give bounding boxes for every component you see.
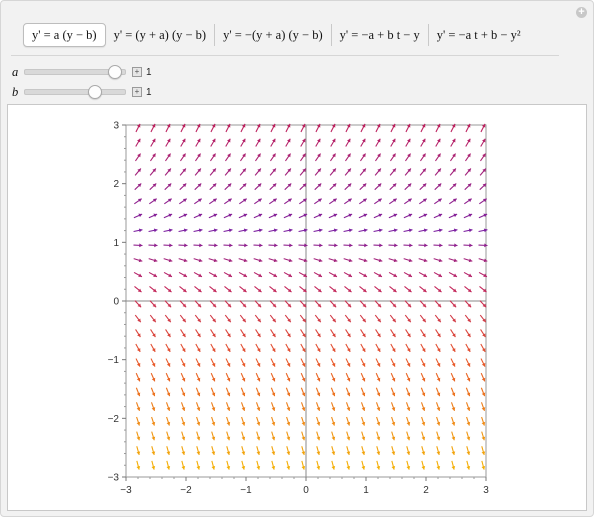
field-arrowhead: [436, 466, 441, 470]
x-tick-label: 2: [423, 485, 429, 496]
field-arrowhead: [199, 243, 203, 248]
y-tick-label: 2: [113, 179, 119, 190]
field-arrowhead: [346, 466, 351, 470]
plot-area: −3 −2 −1 0 1 2 3 −3 −2 −1 0 1 2 3: [7, 104, 587, 511]
y-tick-label: 3: [113, 121, 119, 132]
field-arrowhead: [214, 243, 218, 248]
field-arrowhead: [256, 466, 261, 470]
field-arrowhead: [349, 243, 353, 248]
control-b-label: b: [12, 84, 19, 99]
y-tick-label: 0: [113, 297, 119, 308]
field-arrowhead: [136, 466, 141, 470]
control-b: b + 1: [12, 85, 152, 99]
field-arrowhead: [184, 243, 188, 248]
field-arrowhead: [409, 243, 413, 248]
field-arrowhead: [319, 243, 323, 248]
field-arrowhead: [241, 466, 246, 470]
field-arrowhead: [424, 243, 428, 248]
field-arrowhead: [139, 243, 143, 248]
field-arrowhead: [289, 243, 293, 248]
field-arrowhead: [169, 243, 173, 248]
x-tick-label: 3: [483, 485, 489, 496]
slider-a-thumb[interactable]: [108, 65, 122, 79]
field-arrowhead: [379, 243, 383, 248]
tab-equation-1[interactable]: y' = a (y − b): [23, 23, 106, 47]
field-arrowhead: [196, 466, 201, 470]
field-arrowhead: [286, 466, 291, 470]
tab-equation-2[interactable]: y' = (y + a) (y − b): [106, 24, 216, 46]
field-arrowhead: [274, 243, 278, 248]
slider-b-thumb[interactable]: [88, 85, 102, 99]
field-arrowhead: [226, 466, 231, 470]
control-a: a + 1: [12, 65, 152, 79]
field-arrowhead: [316, 466, 321, 470]
x-tick-label: 1: [363, 485, 369, 496]
slider-b-track[interactable]: [24, 85, 126, 99]
control-a-value: 1: [146, 66, 152, 78]
field-arrowhead: [439, 243, 443, 248]
field-arrowhead: [394, 243, 398, 248]
field-arrowhead: [406, 466, 411, 470]
field-arrowhead: [451, 466, 456, 470]
field-arrowhead: [376, 466, 381, 470]
field-arrowhead: [481, 466, 486, 470]
slider-a-track[interactable]: [24, 65, 126, 79]
field-arrowhead: [271, 466, 276, 470]
field-arrowhead: [454, 243, 458, 248]
vector-field-plot: −3 −2 −1 0 1 2 3 −3 −2 −1 0 1 2 3: [108, 121, 490, 497]
field-arrowhead: [301, 466, 306, 470]
control-b-value: 1: [146, 86, 152, 98]
tab-equation-4[interactable]: y' = −a + b t − y: [332, 24, 429, 46]
field-arrowhead: [154, 243, 158, 248]
expand-icon[interactable]: +: [576, 7, 587, 18]
field-arrowhead: [466, 466, 471, 470]
y-tick-label: 1: [113, 238, 119, 249]
manipulate-panel: + y' = a (y − b) y' = (y + a) (y − b) y'…: [0, 0, 594, 517]
slider-a-expand-icon[interactable]: +: [132, 67, 142, 77]
field-arrowhead: [151, 466, 156, 470]
field-arrowhead: [364, 243, 368, 248]
field-arrowhead: [391, 466, 396, 470]
field-arrowhead: [334, 243, 338, 248]
x-tick-label: 0: [303, 485, 309, 496]
x-tick-label: −3: [120, 485, 132, 496]
field-arrowhead: [421, 466, 426, 470]
y-tick-label: −2: [108, 414, 120, 425]
tab-equation-3[interactable]: y' = −(y + a) (y − b): [215, 24, 332, 46]
field-arrowhead: [181, 466, 186, 470]
field-arrowhead: [244, 243, 248, 248]
field-arrowhead: [331, 466, 336, 470]
field-arrowhead: [259, 243, 263, 248]
equation-tabs: y' = a (y − b) y' = (y + a) (y − b) y' =…: [23, 23, 529, 47]
field-arrowhead: [211, 466, 216, 470]
y-tick-label: −1: [108, 355, 120, 366]
x-tick-label: −2: [180, 485, 192, 496]
field-arrowhead: [361, 466, 366, 470]
tab-equation-5[interactable]: y' = −a t + b − y²: [429, 24, 529, 46]
y-tick-label: −3: [108, 473, 120, 484]
divider: [11, 55, 559, 56]
field-arrowhead: [229, 243, 233, 248]
field-arrowhead: [166, 466, 171, 470]
control-a-label: a: [12, 64, 19, 79]
slider-b-expand-icon[interactable]: +: [132, 87, 142, 97]
field-arrowhead: [469, 243, 473, 248]
x-tick-label: −1: [240, 485, 252, 496]
